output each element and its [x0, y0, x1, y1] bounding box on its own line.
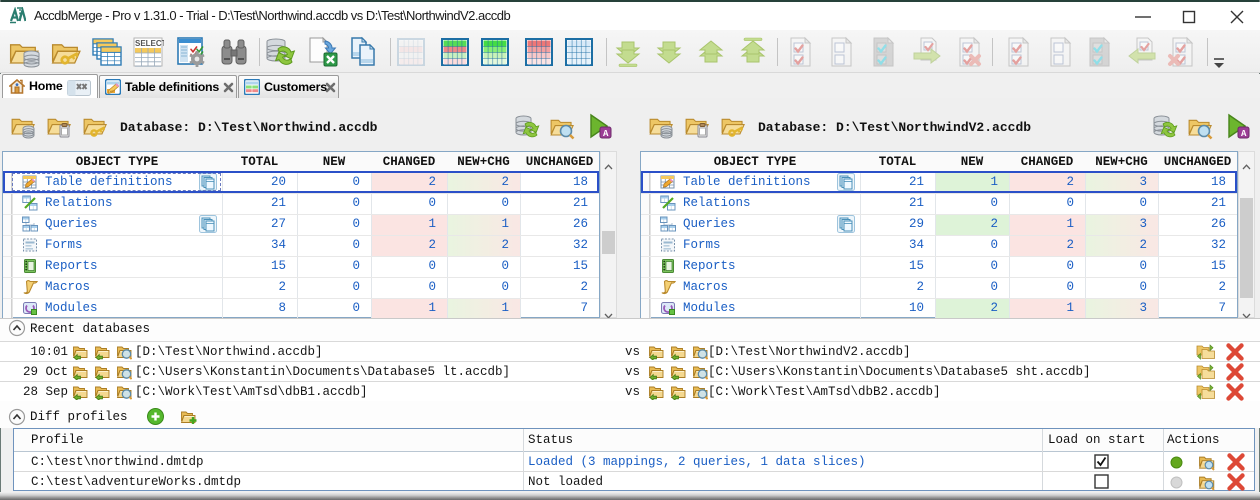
svg-text:A: A [1241, 129, 1247, 139]
svg-text:SELECT: SELECT [135, 39, 164, 48]
svg-text:A: A [603, 129, 609, 139]
